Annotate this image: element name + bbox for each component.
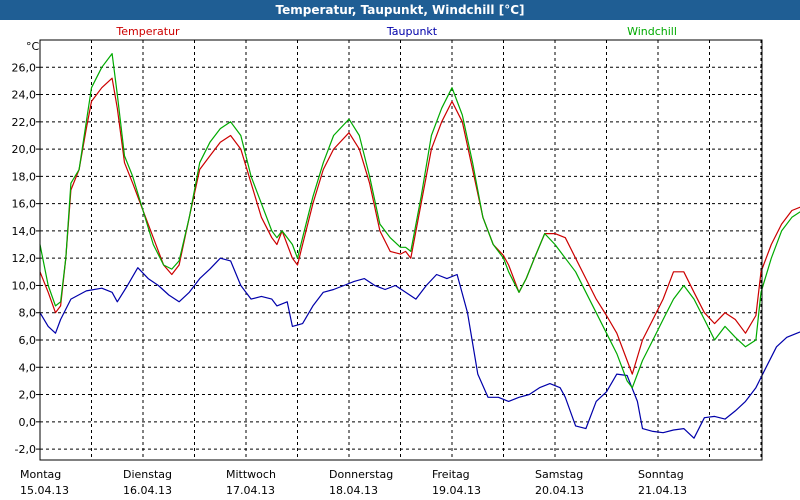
y-tick-label: 14,0 — [12, 225, 37, 238]
y-tick-label: 6,0 — [19, 334, 37, 347]
x-tick-day-label: Dienstag — [123, 468, 172, 481]
y-tick-label: 0,0 — [19, 416, 37, 429]
x-tick-date-label: 15.04.13 — [20, 484, 69, 497]
x-tick-day-label: Donnerstag — [329, 468, 393, 481]
y-tick-label: 4,0 — [19, 361, 37, 374]
y-tick-label: -2,0 — [15, 443, 36, 456]
x-tick-date-label: 18.04.13 — [329, 484, 378, 497]
y-tick-label: 22,0 — [12, 116, 37, 129]
x-tick-day-label: Freitag — [432, 468, 470, 481]
y-tick-label: 26,0 — [12, 61, 37, 74]
window-title: Temperatur, Taupunkt, Windchill [°C] — [0, 0, 800, 20]
y-tick-label: 20,0 — [12, 143, 37, 156]
y-tick-label: 18,0 — [12, 170, 37, 183]
y-tick-label: 12,0 — [12, 252, 37, 265]
y-tick-label: 8,0 — [19, 307, 37, 320]
x-tick-day-label: Mittwoch — [226, 468, 276, 481]
legend-entry-windchill: Windchill — [627, 25, 677, 38]
x-tick-date-label: 17.04.13 — [226, 484, 275, 497]
y-axis: °C 26,0 24,0 22,0 20,0 18,0 16,0 14,0 12,0 10,0 8,… — [12, 40, 40, 456]
series-line-windchill — [39, 52, 800, 389]
x-tick-day-label: Sonntag — [638, 468, 684, 481]
series-lines — [39, 52, 800, 439]
legend-entry-taupunkt: Taupunkt — [386, 25, 438, 38]
legend-entry-temperatur: Temperatur — [115, 25, 180, 38]
x-tick-date-label: 20.04.13 — [535, 484, 584, 497]
series-line-temperatur — [39, 77, 800, 375]
y-unit-label: °C — [26, 40, 40, 53]
chart-legend: Temperatur Taupunkt Windchill — [115, 25, 677, 38]
x-tick-day-label: Montag — [20, 468, 61, 481]
grid — [40, 40, 762, 460]
y-tick-label: 24,0 — [12, 89, 37, 102]
y-tick-label: 16,0 — [12, 198, 37, 211]
temperature-chart: Temperatur Taupunkt Windchill °C 26,0 24,0 22… — [12, 25, 800, 497]
y-tick-label: 2,0 — [19, 389, 37, 402]
x-tick-date-label: 19.04.13 — [432, 484, 481, 497]
x-axis: Montag 15.04.13 Dienstag 16.04.13 Mittwoch 17… — [20, 468, 687, 497]
x-tick-date-label: 16.04.13 — [123, 484, 172, 497]
y-tick-label: 10,0 — [12, 279, 37, 292]
x-tick-day-label: Samstag — [535, 468, 583, 481]
x-tick-date-label: 21.04.13 — [638, 484, 687, 497]
